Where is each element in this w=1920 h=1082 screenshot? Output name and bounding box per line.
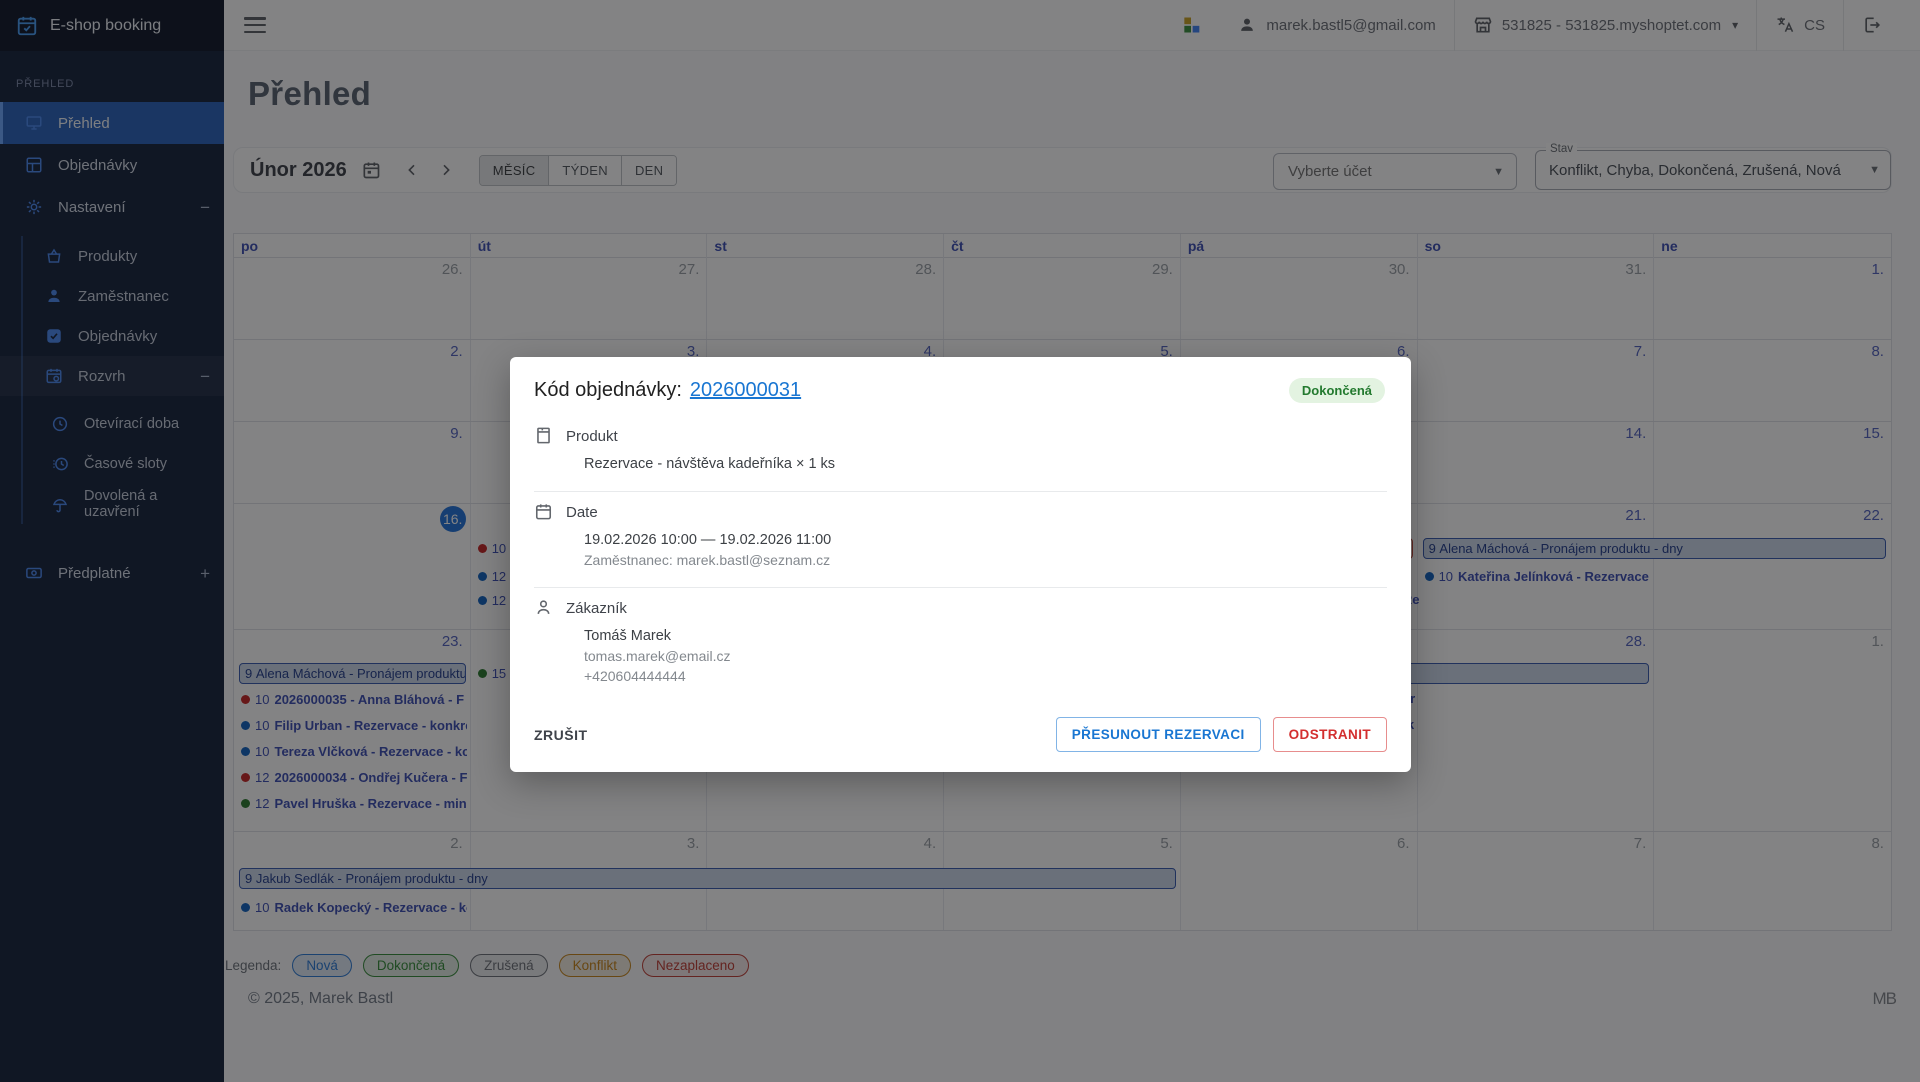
customer-phone: +420604444444 [584, 668, 1387, 684]
product-label: Produkt [566, 428, 618, 445]
order-code-label: Kód objednávky: [534, 379, 682, 402]
app-root: E-shop booking PŘEHLED PřehledObjednávky… [0, 0, 1920, 1082]
customer-email: tomas.marek@email.cz [584, 648, 1387, 664]
customer-name: Tomáš Marek [584, 628, 1387, 644]
order-detail-dialog: Kód objednávky: 2026000031 Dokončená Pro… [510, 357, 1411, 772]
date-section: Date 19.02.2026 10:00 — 19.02.2026 11:00… [510, 494, 1411, 585]
employee-line: Zaměstnanec: marek.bastl@seznam.cz [584, 552, 1387, 568]
customer-icon [534, 598, 554, 618]
customer-section: Zákazník Tomáš Marek tomas.marek@email.c… [510, 590, 1411, 701]
divider [534, 491, 1387, 492]
date-label: Date [566, 504, 598, 521]
dialog-actions: ZRUŠIT PŘESUNOUT REZERVACI ODSTRANIT [510, 701, 1411, 772]
customer-label: Zákazník [566, 600, 627, 617]
product-value: Rezervace - návštěva kadeřníka × 1 ks [584, 456, 1387, 472]
cancel-button[interactable]: ZRUŠIT [534, 719, 598, 751]
divider [534, 587, 1387, 588]
product-section: Produkt Rezervace - návštěva kadeřníka ×… [510, 418, 1411, 489]
calendar-icon [534, 502, 554, 522]
date-range: 19.02.2026 10:00 — 19.02.2026 11:00 [584, 532, 1387, 548]
delete-button[interactable]: ODSTRANIT [1273, 717, 1387, 752]
order-status-chip: Dokončená [1289, 378, 1385, 403]
move-reservation-button[interactable]: PŘESUNOUT REZERVACI [1056, 717, 1261, 752]
dialog-header: Kód objednávky: 2026000031 Dokončená [510, 357, 1411, 418]
order-code-link[interactable]: 2026000031 [690, 379, 801, 402]
product-box-icon [534, 426, 554, 446]
